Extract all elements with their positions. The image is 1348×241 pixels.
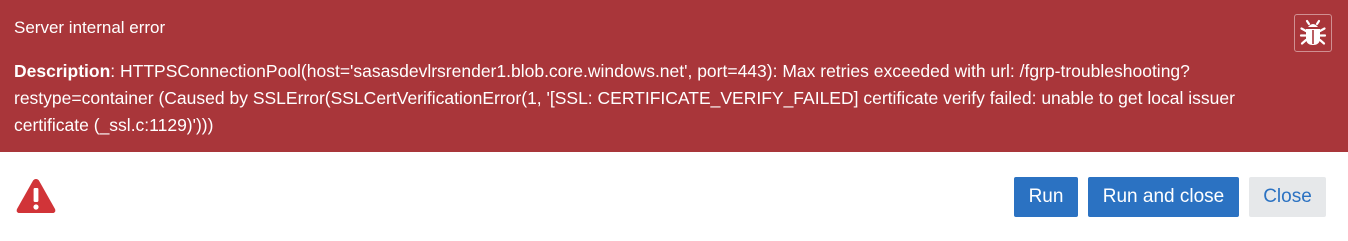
description-text: HTTPSConnectionPool(host='sasasdevlrsren… xyxy=(14,61,1235,135)
error-dialog: Server internal error Description: HTTPS… xyxy=(0,0,1348,241)
description-label: Description xyxy=(14,61,111,81)
error-title: Server internal error xyxy=(14,18,166,37)
description-separator: : xyxy=(110,61,121,81)
error-banner: Server internal error Description: HTTPS… xyxy=(0,0,1348,152)
run-and-close-button[interactable]: Run and close xyxy=(1088,177,1239,217)
report-bug-button[interactable] xyxy=(1294,14,1332,52)
close-button[interactable]: Close xyxy=(1249,177,1326,217)
bug-icon xyxy=(1299,19,1327,47)
error-description: Description: HTTPSConnectionPool(host='s… xyxy=(14,58,1314,139)
run-button[interactable]: Run xyxy=(1014,177,1078,217)
warning-triangle-icon xyxy=(15,177,57,215)
